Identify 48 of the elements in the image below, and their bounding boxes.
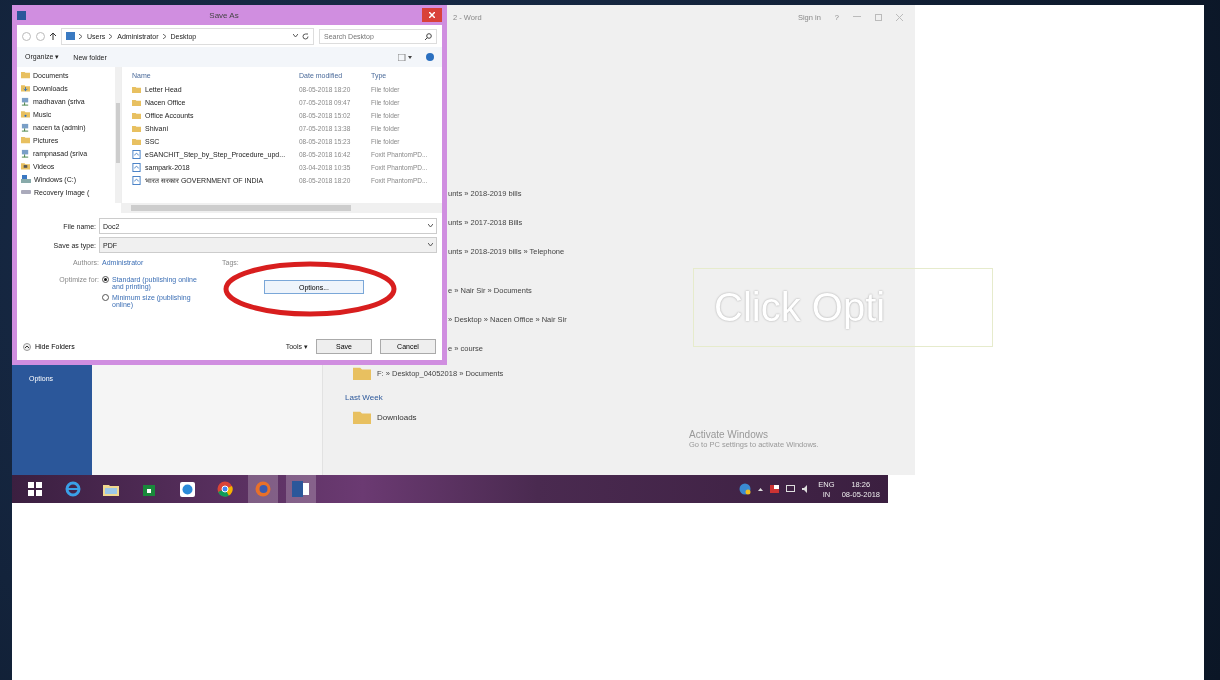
activation-title: Activate Windows — [689, 429, 769, 440]
taskbar-button[interactable] — [286, 475, 316, 503]
store-bag-icon — [142, 482, 156, 496]
collapse-icon — [23, 342, 31, 351]
drive-icon — [21, 189, 31, 195]
close-icon — [429, 11, 435, 18]
refresh-icon[interactable] — [302, 32, 309, 40]
chevron-icon — [162, 33, 167, 39]
network-drive-icon — [21, 122, 30, 132]
folder-icon — [21, 71, 30, 79]
video-folder-icon — [21, 162, 30, 170]
music-folder-icon — [21, 110, 30, 118]
chevron-icon — [109, 33, 114, 39]
up-arrow-icon[interactable] — [50, 32, 56, 40]
recent-folder[interactable]: Downloads — [377, 412, 417, 422]
windows-logo-icon — [28, 482, 42, 496]
scrollbar[interactable] — [115, 67, 121, 203]
help-icon[interactable] — [739, 483, 752, 495]
caret-icon[interactable] — [758, 487, 764, 491]
close-button[interactable] — [422, 8, 442, 22]
firefox-icon — [255, 481, 271, 497]
document-icon — [132, 163, 141, 172]
drive-icon — [21, 175, 31, 183]
scrollbar[interactable] — [121, 203, 442, 213]
folder-icon — [103, 482, 119, 496]
network-drive-icon — [21, 96, 30, 106]
folder-icon — [21, 136, 30, 144]
network-icon[interactable] — [786, 485, 796, 493]
help-icon[interactable] — [426, 53, 434, 61]
flag-icon[interactable] — [770, 485, 780, 493]
view-icon[interactable] — [398, 53, 412, 61]
chevron-icon — [79, 33, 83, 39]
chrome-icon — [217, 481, 233, 497]
search-icon — [425, 32, 432, 40]
document-icon — [132, 150, 141, 159]
document-icon — [132, 176, 141, 185]
word-icon — [17, 10, 26, 20]
folder-icon — [353, 409, 371, 425]
dropdown-icon[interactable] — [293, 34, 298, 38]
network-drive-icon — [21, 148, 30, 158]
download-folder-icon — [21, 84, 30, 92]
dropdown-icon — [428, 243, 433, 247]
dropdown-icon — [428, 224, 433, 228]
app-icon — [179, 481, 195, 497]
dialog-title: Save As — [208, 10, 240, 20]
word-icon — [292, 481, 310, 497]
group-heading: Last Week — [344, 393, 384, 404]
browser-icon — [65, 481, 81, 497]
